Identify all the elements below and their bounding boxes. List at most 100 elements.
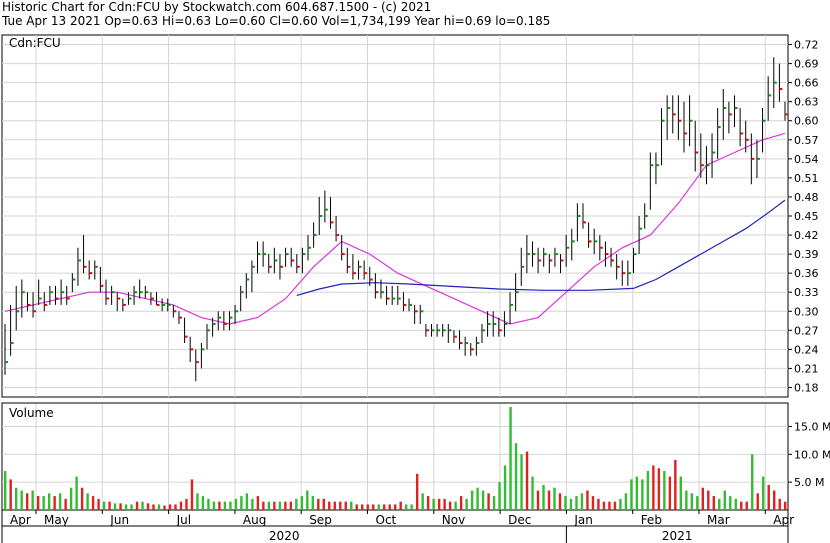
volume-bar: [185, 498, 188, 510]
volume-bar: [273, 501, 276, 510]
month-label: Jul: [176, 513, 191, 527]
volume-bar: [454, 501, 457, 510]
price-tick-label: 0.66: [794, 77, 819, 90]
quote-summary: Tue Apr 13 2021 Op=0.63 Hi=0.63 Lo=0.60 …: [2, 14, 551, 28]
volume-bar: [778, 498, 781, 510]
price-tick-label: 0.69: [794, 58, 819, 71]
volume-bar: [251, 498, 254, 510]
volume-bar: [245, 493, 249, 510]
volume-bar: [262, 501, 265, 510]
volume-bar: [465, 498, 468, 510]
volume-bar: [492, 496, 496, 510]
volume-bar: [102, 501, 106, 510]
month-label: Sep: [309, 513, 332, 527]
volume-bar: [234, 498, 238, 510]
volume-panel-label: Volume: [9, 406, 54, 420]
volume-bar: [773, 490, 776, 510]
volume-bar: [350, 501, 353, 510]
volume-bar: [394, 504, 397, 510]
volume-bar: [300, 496, 304, 510]
price-tick-label: 0.63: [794, 96, 819, 109]
price-tick-label: 0.36: [794, 267, 819, 280]
volume-bar: [311, 496, 315, 510]
volume-bar: [108, 501, 111, 510]
volume-bar: [53, 496, 56, 510]
volume-bar: [366, 504, 369, 510]
volume-bar: [218, 501, 221, 510]
volume-bar: [377, 504, 380, 510]
volume-bar: [652, 465, 655, 510]
month-label: Apr: [10, 513, 31, 527]
price-tick-label: 0.30: [794, 305, 819, 318]
volume-bar: [80, 487, 84, 510]
volume-bar: [317, 498, 320, 510]
volume-bar: [383, 504, 386, 510]
volume-bar: [31, 490, 34, 510]
volume-bar: [163, 505, 166, 510]
volume-bar: [696, 496, 699, 510]
volume-bar: [608, 501, 611, 510]
volume-bar: [729, 496, 732, 510]
volume-bar: [306, 490, 309, 510]
volume-bar: [613, 501, 617, 510]
volume-bar: [333, 501, 336, 510]
volume-bar: [520, 454, 523, 510]
volume-bar: [339, 501, 342, 510]
volume-bar: [674, 459, 677, 510]
volume-bar: [278, 501, 282, 510]
volume-tick-label: 15.0 M: [794, 420, 830, 433]
volume-bar: [75, 476, 78, 510]
month-label: Oct: [376, 513, 397, 527]
volume-bar: [580, 493, 584, 510]
volume-bar: [201, 496, 205, 510]
price-tick-label: 0.48: [794, 191, 819, 204]
volume-bar: [690, 493, 694, 510]
price-tick-label: 0.39: [794, 248, 819, 261]
volume-bar: [119, 503, 122, 510]
month-label: Mar: [707, 513, 730, 527]
volume-bar: [723, 490, 726, 510]
volume-bar: [564, 496, 567, 510]
volume-bar: [718, 498, 721, 510]
volume-bar: [196, 493, 199, 510]
volume-bar: [91, 496, 95, 510]
month-label: Nov: [442, 513, 465, 527]
volume-bar: [509, 407, 512, 510]
volume-bar: [762, 476, 765, 510]
volume-bar: [404, 504, 408, 510]
volume-bar: [553, 487, 556, 510]
volume-bar: [179, 501, 183, 510]
volume-tick-label: 10.0 M: [794, 448, 830, 461]
price-tick-label: 0.33: [794, 286, 819, 299]
month-label: Dec: [508, 513, 531, 527]
volume-bar: [328, 501, 331, 510]
volume-bar: [267, 501, 271, 510]
volume-bar: [14, 487, 18, 510]
volume-bar: [646, 471, 650, 510]
volume-bar: [470, 490, 474, 510]
symbol-label: Cdn:FCU: [9, 36, 61, 50]
volume-bar: [212, 501, 216, 510]
volume-bar: [734, 498, 737, 510]
volume-bar: [707, 490, 710, 510]
volume-bar: [388, 504, 391, 510]
volume-bar: [586, 490, 589, 510]
price-tick-label: 0.54: [794, 153, 819, 166]
volume-bar: [701, 487, 705, 510]
volume-bar: [745, 501, 748, 510]
month-label: Feb: [641, 513, 662, 527]
chart-window: 0.72 0.69 0.66 0.63 0.60 0.57 0.54 0.51 0.48 0.45…: [0, 0, 830, 543]
volume-bar: [372, 504, 375, 510]
volume-bar: [712, 496, 715, 510]
year-label: 2021: [662, 529, 693, 543]
volume-bar: [64, 498, 67, 510]
volume-bar: [421, 493, 424, 510]
volume-bar: [190, 479, 194, 510]
price-tick-label: 0.24: [794, 343, 819, 356]
volume-bar: [4, 471, 7, 510]
volume-bar: [525, 451, 529, 510]
volume-bar: [284, 501, 287, 510]
volume-bar: [558, 493, 562, 510]
volume-bar: [42, 496, 45, 510]
volume-bar: [767, 484, 770, 510]
